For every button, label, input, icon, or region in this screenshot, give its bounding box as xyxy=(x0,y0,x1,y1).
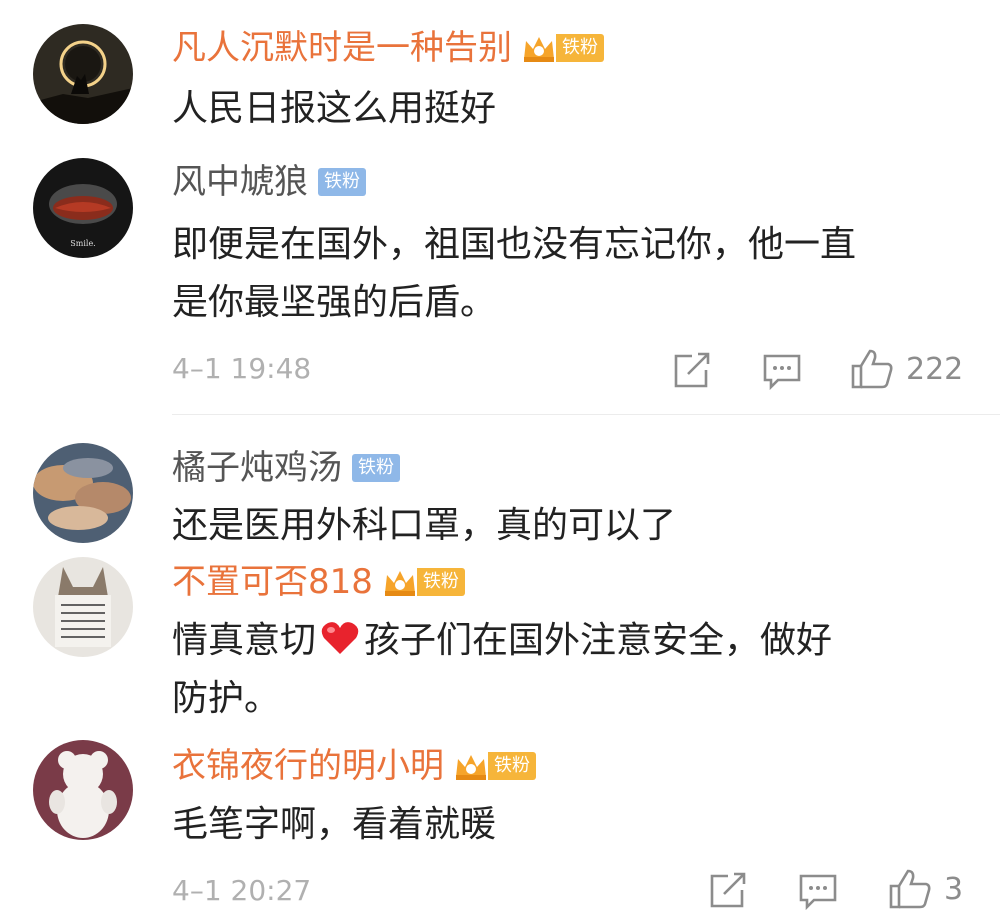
username[interactable]: 凡人沉默时是一种告别 铁粉 xyxy=(172,26,604,70)
comment-text-part: 孩子们在国外注意安全，做好 xyxy=(364,620,833,661)
divider xyxy=(172,414,1000,415)
comment-text-part: 情真意切 xyxy=(172,620,317,661)
comment-line: 即便是在国外，祖国也没有忘记你，他一直 xyxy=(172,224,857,265)
comment-line: 防护。 xyxy=(172,678,281,719)
like-icon[interactable] xyxy=(850,348,894,390)
crown-icon xyxy=(384,571,415,596)
timestamp: 4–1 19:48 xyxy=(172,352,312,385)
comment-line: 是你最坚强的后盾。 xyxy=(172,282,497,323)
comment-text: 还是医用外科口罩，真的可以了 xyxy=(172,505,677,546)
heart-emoji-icon xyxy=(321,622,359,654)
like-count: 3 xyxy=(944,872,964,907)
fan-badge: 铁粉 xyxy=(352,453,400,483)
username-text: 凡人沉默时是一种告别 xyxy=(172,28,512,68)
username[interactable]: 风中虓狼 铁粉 xyxy=(172,160,366,204)
username-text: 不置可否818 xyxy=(172,562,373,602)
avatar[interactable] xyxy=(33,24,133,124)
svg-text:Smile.: Smile. xyxy=(70,239,95,248)
comment-icon[interactable] xyxy=(762,352,802,392)
comment-icon[interactable] xyxy=(798,872,838,912)
fan-badge: 铁粉 xyxy=(383,567,465,597)
avatar[interactable] xyxy=(33,740,133,840)
crown-icon xyxy=(456,755,486,780)
comment-text: 人民日报这么用挺好 xyxy=(172,88,497,129)
username-text: 风中虓狼 xyxy=(172,162,308,202)
avatar[interactable] xyxy=(33,443,133,543)
timestamp: 4–1 20:27 xyxy=(172,874,312,907)
comment-text: 情真意切 孩子们在国外注意安全，做好 防护。 xyxy=(172,612,962,728)
share-icon[interactable] xyxy=(708,872,748,910)
username[interactable]: 不置可否818 铁粉 xyxy=(172,560,465,604)
fan-badge: 铁粉 xyxy=(318,167,366,197)
like-count: 222 xyxy=(906,352,964,387)
avatar[interactable]: Smile. xyxy=(33,158,133,258)
fan-badge: 铁粉 xyxy=(454,751,536,781)
username-text: 橘子炖鸡汤 xyxy=(172,448,342,488)
comment-text: 即便是在国外，祖国也没有忘记你，他一直 是你最坚强的后盾。 xyxy=(172,216,962,332)
username[interactable]: 橘子炖鸡汤 铁粉 xyxy=(172,446,400,490)
comment-text: 毛笔字啊，看着就暖 xyxy=(172,804,497,845)
fan-badge: 铁粉 xyxy=(522,33,604,63)
crown-icon xyxy=(524,37,554,62)
like-icon[interactable] xyxy=(888,868,932,910)
username[interactable]: 衣锦夜行的明小明 铁粉 xyxy=(172,744,536,788)
avatar[interactable] xyxy=(33,557,133,657)
share-icon[interactable] xyxy=(672,352,712,390)
username-text: 衣锦夜行的明小明 xyxy=(172,746,444,786)
